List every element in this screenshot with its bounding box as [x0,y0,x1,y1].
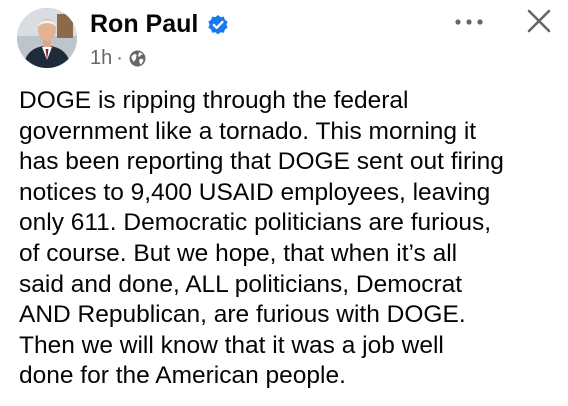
globe-icon[interactable] [128,49,147,68]
post-card: Ron Paul 1h · DOGE is ripping through th… [0,0,568,406]
close-icon [527,9,551,33]
close-button[interactable] [524,6,554,36]
meta-separator: · [116,46,123,69]
post-text: DOGE is ripping through the federal gove… [19,87,504,390]
author-name[interactable]: Ron Paul [90,8,198,40]
verified-badge-icon [208,15,228,35]
more-options-icon [455,19,483,25]
more-options-button[interactable] [452,10,486,34]
timestamp[interactable]: 1h [90,47,112,70]
avatar[interactable] [17,8,77,68]
post-meta: 1h · [90,46,147,70]
